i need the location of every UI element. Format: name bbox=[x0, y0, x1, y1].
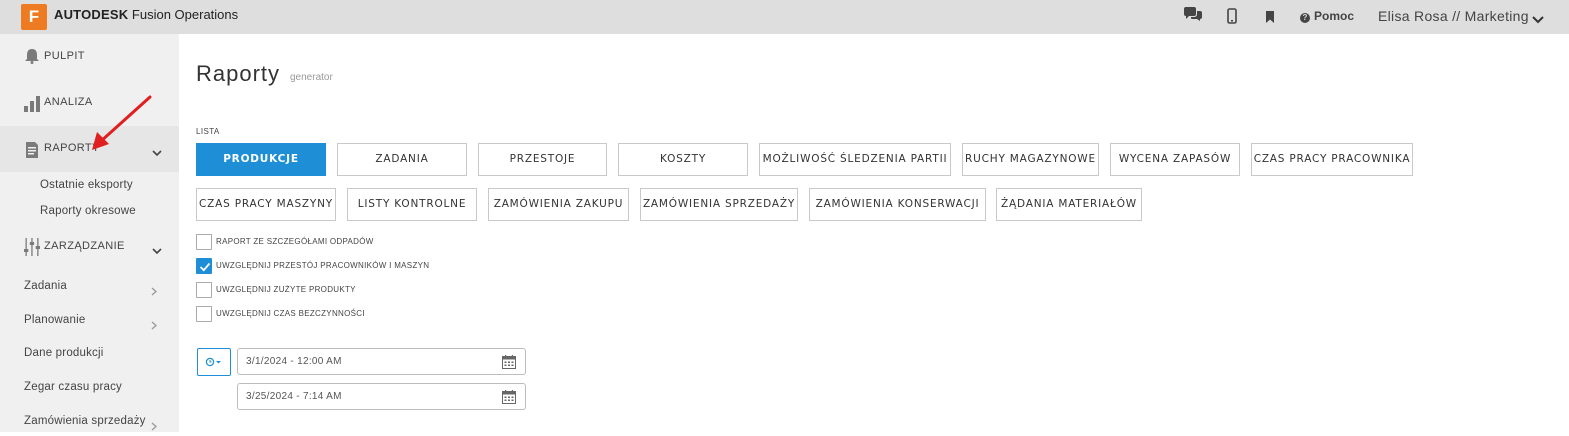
sidebar-subitem-zamowienia-sprzedazy[interactable]: Zamówienia sprzedaży bbox=[24, 415, 146, 427]
report-button-zadania[interactable]: ZADANIA bbox=[337, 143, 467, 176]
annotation-arrow-icon bbox=[92, 95, 152, 150]
brand-bold: AUTODESK bbox=[54, 7, 129, 22]
report-button-produkcje[interactable]: PRODUKCJE bbox=[196, 143, 326, 176]
bookmark-icon[interactable] bbox=[1265, 10, 1275, 28]
sidebar-subitem-planowanie[interactable]: Planowanie bbox=[24, 314, 85, 326]
checkbox-checked[interactable] bbox=[196, 258, 212, 274]
chevron-down-icon[interactable] bbox=[1532, 11, 1544, 29]
bar-chart-icon bbox=[24, 96, 42, 117]
sliders-icon bbox=[24, 238, 40, 261]
report-button-stock-valuation[interactable]: WYCENA ZAPASÓW bbox=[1110, 143, 1240, 176]
report-button-checklists[interactable]: LISTY KONTROLNE bbox=[347, 188, 477, 221]
chevron-right-icon bbox=[151, 283, 157, 301]
chat-icon[interactable] bbox=[1183, 7, 1203, 28]
chevron-right-icon bbox=[151, 418, 157, 436]
report-button-material-requests[interactable]: ŻĄDANIA MATERIAŁÓW bbox=[996, 188, 1142, 221]
brand-name: AUTODESK Fusion Operations bbox=[54, 7, 238, 22]
chevron-down-icon[interactable] bbox=[152, 242, 162, 260]
page-title: Raporty bbox=[196, 61, 281, 86]
checkbox-label: UWZGLĘDNIJ PRZESTÓJ PRACOWNIKÓW I MASZYN bbox=[216, 261, 430, 270]
report-button-maintenance-orders[interactable]: ZAMÓWIENIA KONSERWACJI bbox=[809, 188, 986, 221]
report-button-purchase-orders[interactable]: ZAMÓWIENIA ZAKUPU bbox=[488, 188, 629, 221]
brand-product: Fusion Operations bbox=[128, 7, 239, 22]
date-to-value: 3/25/2024 - 7:14 AM bbox=[246, 391, 342, 402]
report-button-przestoje[interactable]: PRZESTOJE bbox=[478, 143, 607, 176]
help-icon: ? bbox=[1300, 13, 1310, 23]
sidebar-item-label: PULPIT bbox=[44, 50, 85, 62]
checkbox[interactable] bbox=[196, 282, 212, 298]
help-link[interactable]: ? Pomoc bbox=[1300, 9, 1354, 23]
date-from-value: 3/1/2024 - 12:00 AM bbox=[246, 356, 342, 367]
checkbox-label: UWZGLĘDNIJ ZUŻYTE PRODUKTY bbox=[216, 285, 356, 294]
sidebar-item-zarzadzanie[interactable]: ZARZĄDZANIE bbox=[0, 224, 179, 270]
sidebar-item-label: ZARZĄDZANIE bbox=[44, 240, 125, 252]
calendar-icon[interactable] bbox=[502, 355, 516, 374]
sidebar-item-pulpit[interactable]: PULPIT bbox=[0, 34, 179, 80]
report-button-employee-time[interactable]: CZAS PRACY PRACOWNIKA bbox=[1251, 143, 1413, 176]
page-subtitle: generator bbox=[290, 72, 333, 83]
bell-icon bbox=[24, 48, 40, 69]
help-label: Pomoc bbox=[1314, 9, 1355, 23]
sidebar-subitem-zegar-czasu-pracy[interactable]: Zegar czasu pracy bbox=[24, 381, 122, 393]
report-button-koszty[interactable]: KOSZTY bbox=[618, 143, 748, 176]
date-preset-dropdown[interactable] bbox=[197, 348, 231, 376]
mobile-icon[interactable] bbox=[1227, 8, 1237, 29]
document-icon bbox=[24, 142, 40, 163]
list-label: LISTA bbox=[196, 127, 220, 136]
checkbox-label: UWZGLĘDNIJ CZAS BEZCZYNNOŚCI bbox=[216, 309, 365, 318]
report-button-sales-orders[interactable]: ZAMÓWIENIA SPRZEDAŻY bbox=[640, 188, 798, 221]
sidebar-subitem-zadania[interactable]: Zadania bbox=[24, 280, 67, 292]
checkbox[interactable] bbox=[196, 306, 212, 322]
checkmark-icon bbox=[199, 262, 211, 272]
fusion-logo-icon[interactable]: F bbox=[21, 4, 47, 30]
top-bar: F AUTODESK Fusion Operations ? Pomoc Elis… bbox=[0, 0, 1569, 34]
calendar-icon[interactable] bbox=[502, 390, 516, 409]
chevron-right-icon bbox=[151, 317, 157, 335]
clock-icon bbox=[205, 357, 221, 367]
date-to-field[interactable]: 3/25/2024 - 7:14 AM bbox=[237, 383, 526, 410]
checkbox-label: RAPORT ZE SZCZEGÓŁAMI ODPADÓW bbox=[216, 237, 374, 246]
date-from-field[interactable]: 3/1/2024 - 12:00 AM bbox=[237, 348, 526, 375]
report-button-machine-time[interactable]: CZAS PRACY MASZYNY bbox=[196, 188, 336, 221]
report-button-stock-movements[interactable]: RUCHY MAGAZYNOWE bbox=[962, 143, 1099, 176]
report-button-batch-traceability[interactable]: MOŻLIWOŚĆ ŚLEDZENIA PARTII bbox=[759, 143, 951, 176]
sidebar-subitem-dane-produkcji[interactable]: Dane produkcji bbox=[24, 347, 104, 359]
checkbox[interactable] bbox=[196, 234, 212, 250]
sidebar-subitem-recent-exports[interactable]: Ostatnie eksporty bbox=[40, 179, 133, 191]
user-menu[interactable]: Elisa Rosa // Marketing bbox=[1378, 8, 1529, 24]
sidebar-subitem-periodic-reports[interactable]: Raporty okresowe bbox=[40, 205, 136, 217]
